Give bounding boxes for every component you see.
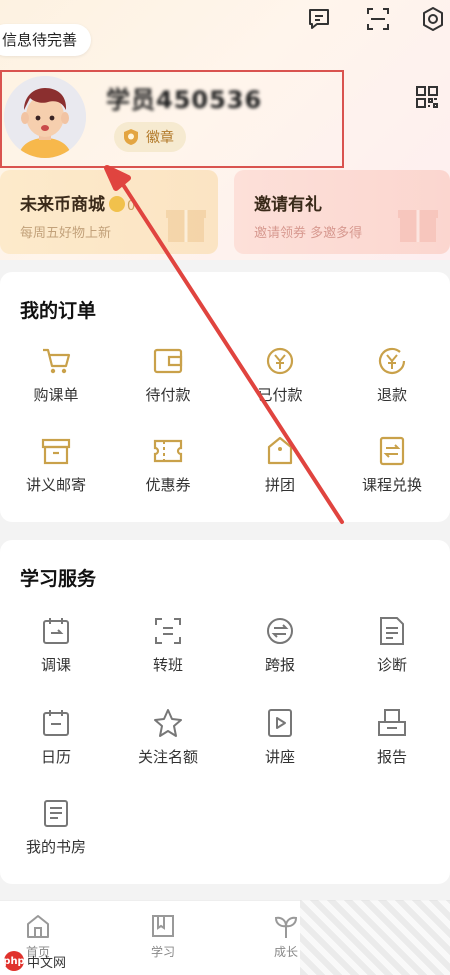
play-icon [268,709,292,737]
info-incomplete-prompt[interactable]: 信息待完善 [0,24,92,56]
service-item-report[interactable]: 报告 [336,706,448,767]
invite-subtitle: 邀请领券 多邀多得 [254,226,363,241]
yuan-refund-icon [378,347,406,374]
services-title: 学习服务 [20,568,97,590]
watermark-pattern [300,900,450,975]
group-tag-icon [267,436,293,465]
order-item-coupon[interactable]: 优惠券 [112,434,224,495]
package-icon [41,438,71,465]
gift-icon [398,210,438,242]
mall-title: 未来币商城 0 [20,195,136,215]
order-item-pending-payment[interactable]: 待付款 [112,344,224,405]
calendar-icon [43,710,69,736]
learning-services-panel: 学习服务 调课 转班 跨报 诊断 日历 关注名额 讲座 报告 我的书房 [0,540,450,884]
coin-icon [109,196,125,212]
coupon-icon [153,439,183,463]
cart-icon [43,348,71,374]
badge-icon [124,129,138,145]
gift-icon [166,210,206,242]
invite-gift-card[interactable]: 邀请有礼 邀请领券 多邀多得 [234,170,450,254]
avatar[interactable] [4,76,86,158]
nav-study[interactable]: 学习 [133,911,193,960]
service-item-transfer-class[interactable]: 转班 [112,614,224,675]
wallet-icon [153,348,183,374]
order-item-handout-mail[interactable]: 讲义邮寄 [0,434,112,495]
sprout-icon [274,916,298,938]
service-item-reschedule[interactable]: 调课 [0,614,112,675]
order-item-group-buy[interactable]: 拼团 [224,434,336,495]
home-icon [27,915,49,938]
book-icon [152,915,174,937]
yuan-check-icon [266,347,294,375]
orders-panel: 我的订单 购课单 待付款 已付款 退款 讲义邮寄 优惠券 拼团 课程兑换 [0,272,450,522]
diagnosis-icon [380,617,404,645]
service-item-diagnosis[interactable]: 诊断 [336,614,448,675]
qr-code-icon[interactable] [414,84,440,110]
settings-icon[interactable] [420,6,446,32]
service-item-calendar[interactable]: 日历 [0,706,112,767]
exchange-icon [379,436,405,466]
message-icon[interactable] [306,6,332,32]
calendar-adjust-icon [43,618,69,644]
report-icon [378,709,406,736]
mall-subtitle: 每周五好物上新 [20,226,112,241]
service-item-follow-quota[interactable]: 关注名额 [112,706,224,767]
cross-register-icon [267,618,293,644]
username: 学员450536 [106,86,263,114]
star-icon [154,709,182,737]
watermark-logo: php 中文网 [3,950,66,972]
order-item-refund[interactable]: 退款 [336,344,448,405]
order-item-cart[interactable]: 购课单 [0,344,112,405]
php-logo-icon: php [3,951,25,971]
scan-icon[interactable] [365,6,391,32]
profile-header[interactable]: 学员450536 徽章 [0,70,344,168]
badge-label: 徽章 [146,130,174,146]
transfer-icon [155,618,181,644]
bookshelf-icon [44,800,68,827]
service-item-cross-register[interactable]: 跨报 [224,614,336,675]
service-item-lecture[interactable]: 讲座 [224,706,336,767]
order-item-course-exchange[interactable]: 课程兑换 [336,434,448,495]
service-item-my-study[interactable]: 我的书房 [0,796,112,857]
orders-title: 我的订单 [20,300,97,322]
invite-title: 邀请有礼 [254,195,322,215]
order-item-paid[interactable]: 已付款 [224,344,336,405]
future-coin-mall-card[interactable]: 未来币商城 0 每周五好物上新 [0,170,218,254]
badge-button[interactable]: 徽章 [114,122,186,152]
